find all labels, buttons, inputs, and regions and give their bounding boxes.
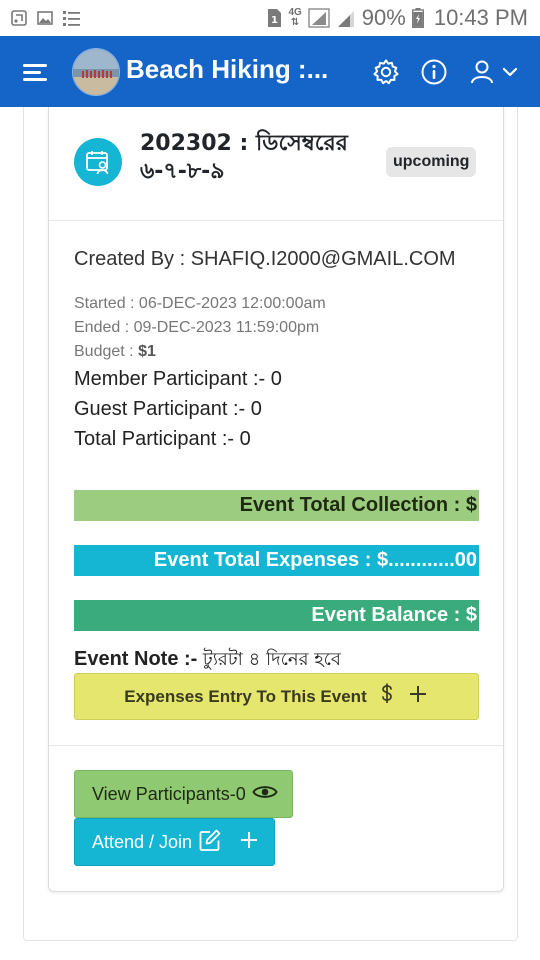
status-bar: 1 4G ⇅ 90% 10:43 PM bbox=[0, 0, 540, 36]
edit-icon bbox=[198, 828, 222, 857]
attend-join-button[interactable]: Attend / Join bbox=[74, 818, 275, 866]
total-expenses-bar: Event Total Expenses : $............00 bbox=[74, 545, 479, 576]
event-title: 202302 : ডিসেম্বরের ৬-৭-৮-৯ bbox=[140, 131, 348, 184]
app-bar: Beach Hiking :... bbox=[0, 36, 540, 107]
guest-participant: Guest Participant :- 0 bbox=[74, 398, 262, 420]
battery-icon bbox=[411, 8, 424, 28]
card-divider-bottom bbox=[49, 745, 503, 746]
list-icon bbox=[62, 9, 82, 27]
status-badge: upcoming bbox=[386, 147, 477, 177]
sim-icon: 1 bbox=[266, 8, 282, 28]
ended-date: Ended : 09-DEC-2023 11:59:00pm bbox=[74, 319, 320, 336]
dollar-icon bbox=[379, 682, 395, 711]
budget: Budget : $1 bbox=[74, 343, 156, 361]
total-participant: Total Participant :- 0 bbox=[74, 428, 251, 450]
app-title: Beach Hiking :... bbox=[126, 54, 329, 84]
expenses-entry-label: Expenses Entry To This Event bbox=[124, 686, 367, 706]
svg-text:1: 1 bbox=[271, 15, 278, 26]
expenses-entry-button[interactable]: Expenses Entry To This Event bbox=[74, 673, 479, 720]
event-note: Event Note :- ট্যুরটা ৪ দিনের হবে bbox=[74, 645, 341, 676]
view-participants-button[interactable]: View Participants-0 bbox=[74, 770, 293, 818]
attend-join-label: Attend / Join bbox=[92, 831, 193, 852]
settings-icon[interactable] bbox=[372, 58, 400, 86]
signal-bars-icon bbox=[336, 8, 356, 28]
menu-icon[interactable] bbox=[22, 58, 50, 86]
screenshot-icon bbox=[10, 9, 28, 27]
created-by: Created By : SHAFIQ.I2000@GMAIL.COM bbox=[74, 248, 456, 270]
note-label: Event Note :- bbox=[74, 648, 198, 670]
calendar-user-icon bbox=[74, 138, 122, 186]
member-participant: Member Participant :- 0 bbox=[74, 368, 282, 390]
battery-percent: 90% bbox=[361, 5, 406, 30]
chevron-down-icon[interactable] bbox=[500, 58, 528, 86]
balance-bar: Event Balance : $ bbox=[74, 600, 479, 631]
network-type: 4G ⇅ bbox=[288, 7, 302, 28]
budget-label: Budget : bbox=[74, 343, 134, 360]
eye-icon bbox=[252, 782, 278, 807]
started-date: Started : 06-DEC-2023 12:00:00am bbox=[74, 295, 326, 312]
gallery-icon bbox=[36, 9, 54, 27]
view-participants-label: View Participants-0 bbox=[92, 783, 246, 804]
user-icon[interactable] bbox=[468, 58, 496, 86]
clock: 10:43 PM bbox=[433, 5, 528, 30]
signal-icon bbox=[308, 8, 330, 28]
plus-icon bbox=[407, 683, 429, 710]
note-text: ট্যুরটা ৪ দিনের হবে bbox=[202, 649, 341, 670]
info-icon[interactable] bbox=[420, 58, 448, 86]
budget-value: $1 bbox=[138, 343, 156, 360]
plus-icon bbox=[238, 829, 260, 856]
group-avatar[interactable] bbox=[72, 48, 120, 96]
card-divider-top bbox=[49, 220, 503, 221]
total-collection-bar: Event Total Collection : $ bbox=[74, 490, 479, 521]
